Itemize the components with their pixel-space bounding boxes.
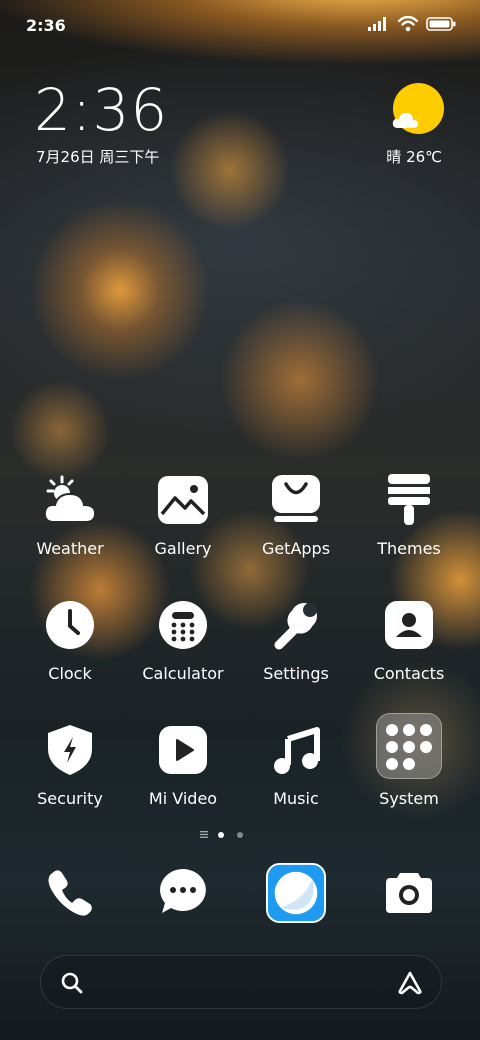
- dock-browser[interactable]: [266, 863, 326, 923]
- app-themes[interactable]: Themes: [353, 470, 465, 558]
- mivideo-icon: [153, 720, 213, 780]
- app-label: Music: [273, 789, 319, 808]
- camera-icon: [386, 873, 432, 913]
- wifi-icon: [398, 16, 418, 32]
- app-label: GetApps: [261, 539, 331, 558]
- dock-phone[interactable]: [40, 862, 100, 922]
- search-icon: [61, 972, 83, 994]
- getapps-icon: [266, 470, 326, 530]
- page-dot-active[interactable]: [218, 832, 224, 838]
- security-icon: [40, 720, 100, 780]
- assistant-icon[interactable]: [397, 971, 423, 995]
- menu-lines-icon: [200, 831, 208, 838]
- settings-icon: [266, 595, 326, 655]
- app-label: Security: [37, 789, 103, 808]
- weather-text[interactable]: 晴 26℃: [386, 146, 442, 167]
- calculator-icon: [153, 595, 213, 655]
- contacts-icon: [379, 595, 439, 655]
- app-label: Mi Video: [148, 789, 218, 808]
- battery-icon: [426, 17, 456, 31]
- search-input[interactable]: [101, 966, 385, 1000]
- app-label: Themes: [377, 539, 441, 558]
- app-system-folder[interactable]: System: [353, 713, 465, 808]
- app-clock[interactable]: Clock: [14, 595, 126, 683]
- app-label: Weather: [36, 539, 104, 558]
- app-music[interactable]: Music: [240, 720, 352, 808]
- system-folder-icon: [376, 713, 442, 779]
- app-gallery[interactable]: Gallery: [127, 470, 239, 558]
- app-label: Calculator: [142, 664, 224, 683]
- cloud-icon: [392, 113, 419, 128]
- app-calculator[interactable]: Calculator: [127, 595, 239, 683]
- dock-messages[interactable]: [153, 862, 213, 922]
- messages-icon: [160, 869, 206, 913]
- page-dot[interactable]: [237, 832, 243, 838]
- music-icon: [266, 720, 326, 780]
- app-label: Gallery: [154, 539, 212, 558]
- dock-camera[interactable]: [379, 862, 439, 922]
- app-label: Contacts: [373, 664, 445, 683]
- status-time: 2:36: [26, 16, 66, 35]
- app-label: System: [379, 789, 439, 808]
- app-contacts[interactable]: Contacts: [353, 595, 465, 683]
- weather-icon: [40, 470, 100, 530]
- themes-icon: [379, 470, 439, 530]
- app-settings[interactable]: Settings: [240, 595, 352, 683]
- app-label: Clock: [48, 664, 92, 683]
- app-mi-video[interactable]: Mi Video: [127, 720, 239, 808]
- page-indicator[interactable]: [0, 829, 480, 841]
- app-security[interactable]: Security: [14, 720, 126, 808]
- search-bar[interactable]: [40, 955, 442, 1009]
- phone-icon: [48, 870, 92, 916]
- gallery-icon: [153, 470, 213, 530]
- app-weather[interactable]: Weather: [14, 470, 126, 558]
- signal-icon: [368, 17, 386, 31]
- browser-icon: [266, 863, 326, 923]
- status-icons: [368, 14, 456, 34]
- status-bar: 2:36: [0, 0, 480, 50]
- clock-widget-time[interactable]: 2:36: [34, 78, 168, 142]
- app-getapps[interactable]: GetApps: [240, 470, 352, 558]
- app-label: Settings: [263, 664, 329, 683]
- clock-widget-date: 7月26日 周三下午: [36, 148, 160, 166]
- clock-icon: [40, 595, 100, 655]
